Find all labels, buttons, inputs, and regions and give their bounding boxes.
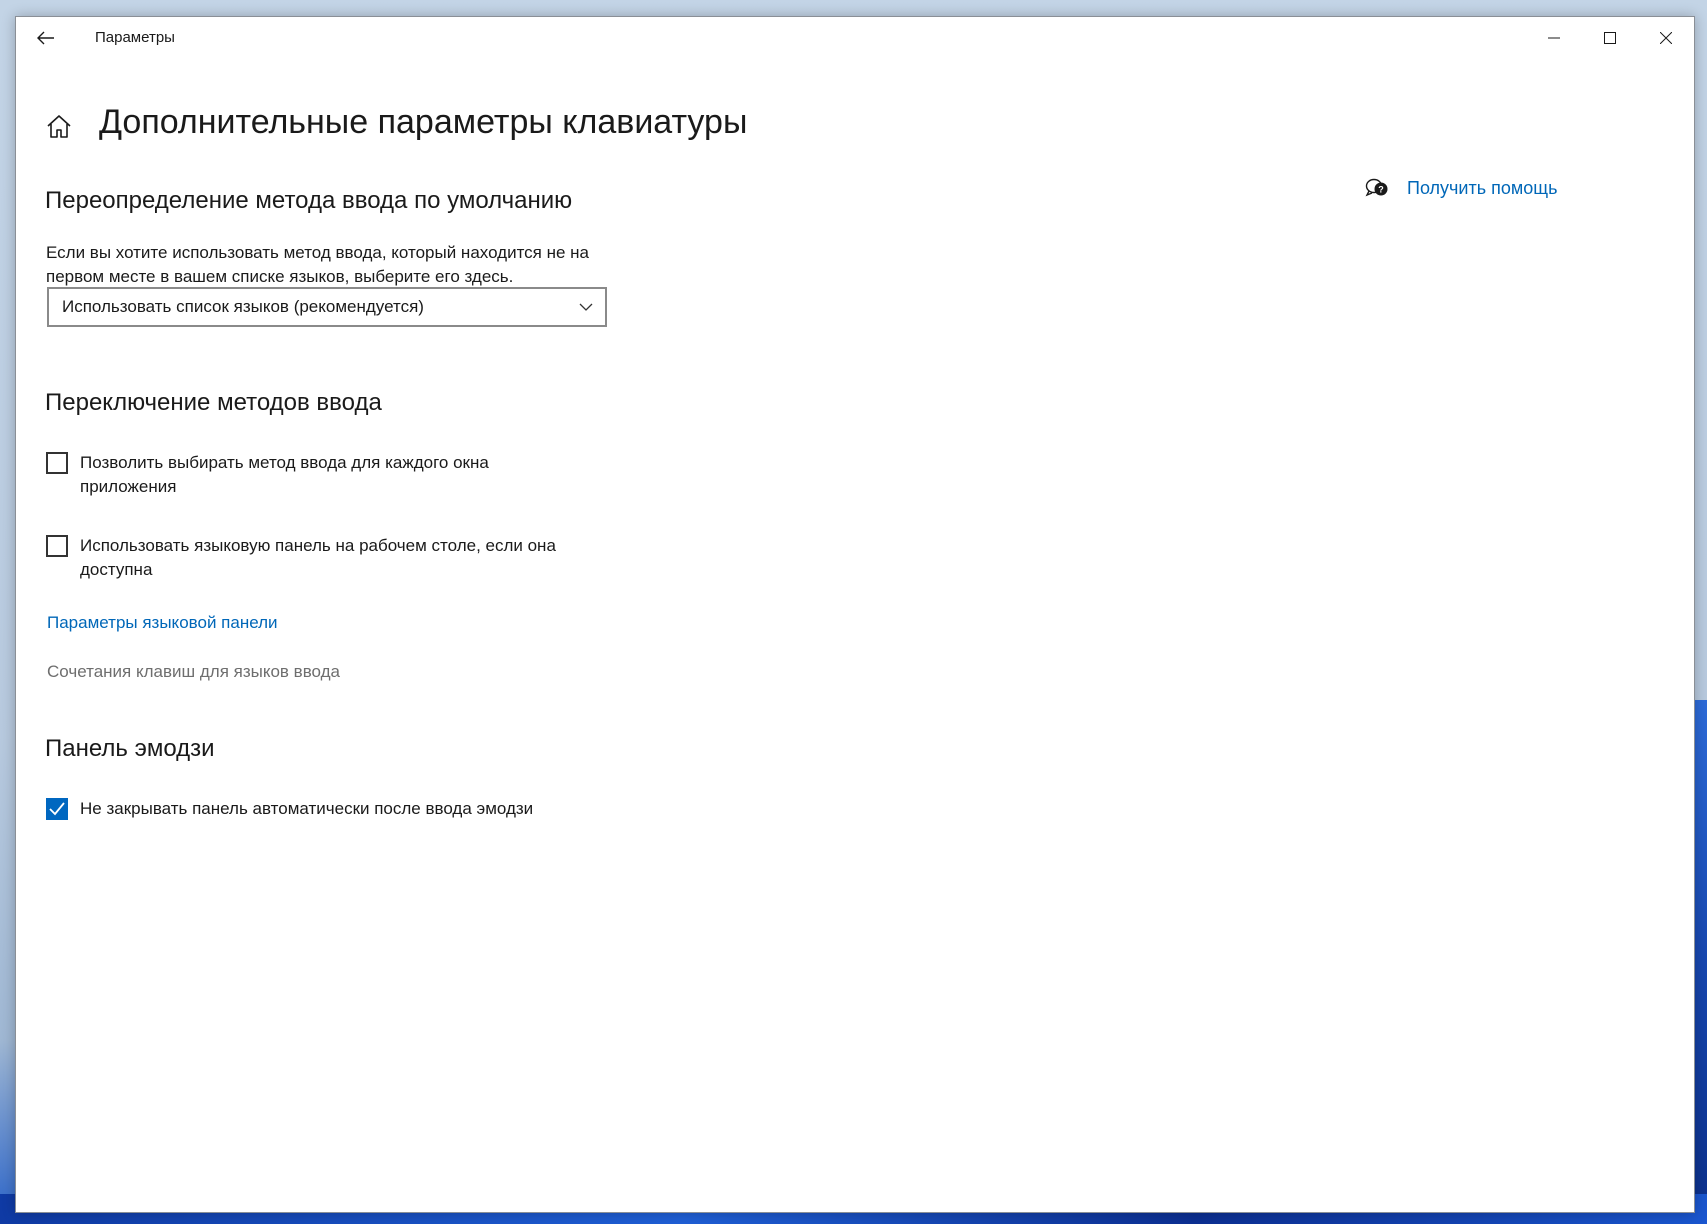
input-language-hotkeys-link[interactable]: Сочетания клавиш для языков ввода bbox=[47, 662, 340, 682]
close-button[interactable] bbox=[1638, 17, 1694, 59]
maximize-button[interactable] bbox=[1582, 17, 1638, 59]
app-title: Параметры bbox=[95, 29, 175, 46]
settings-window: Параметры Дополнительные параметры клави… bbox=[15, 16, 1695, 1213]
emoji-panel-checkbox-row[interactable]: Не закрывать панель автоматически после … bbox=[46, 797, 580, 821]
checkmark-icon bbox=[49, 802, 65, 816]
override-section-heading: Переопределение метода ввода по умолчани… bbox=[45, 187, 573, 214]
language-bar-checkbox-row[interactable]: Использовать языковую панель на рабочем … bbox=[46, 534, 580, 582]
emoji-panel-checkbox[interactable] bbox=[46, 798, 68, 820]
language-bar-checkbox[interactable] bbox=[46, 535, 68, 557]
home-icon[interactable] bbox=[45, 113, 73, 141]
language-bar-options-link[interactable]: Параметры языковой панели bbox=[47, 613, 278, 633]
page-title: Дополнительные параметры клавиатуры bbox=[99, 103, 748, 141]
chevron-down-icon bbox=[567, 303, 605, 311]
per-app-input-checkbox-row[interactable]: Позволить выбирать метод ввода для каждо… bbox=[46, 451, 580, 499]
minimize-button[interactable] bbox=[1526, 17, 1582, 59]
input-method-dropdown[interactable]: Использовать список языков (рекомендуетс… bbox=[47, 287, 607, 327]
close-icon bbox=[1660, 32, 1672, 44]
checkbox-label: Использовать языковую панель на рабочем … bbox=[80, 536, 556, 579]
svg-text:?: ? bbox=[1378, 185, 1384, 195]
emoji-section-heading: Панель эмодзи bbox=[45, 735, 215, 762]
chat-help-icon: ? bbox=[1365, 178, 1388, 197]
back-button[interactable] bbox=[30, 23, 62, 53]
maximize-icon bbox=[1604, 32, 1616, 44]
per-app-input-checkbox[interactable] bbox=[46, 452, 68, 474]
override-description: Если вы хотите использовать метод ввода,… bbox=[46, 243, 590, 286]
back-arrow-icon bbox=[37, 31, 54, 45]
get-help-link[interactable]: ? Получить помощь bbox=[1365, 177, 1557, 199]
title-bar: Параметры bbox=[16, 17, 1694, 59]
checkbox-label: Не закрывать панель автоматически после … bbox=[80, 799, 534, 818]
get-help-label: Получить помощь bbox=[1407, 177, 1558, 198]
checkbox-label: Позволить выбирать метод ввода для каждо… bbox=[80, 453, 489, 496]
switching-section-heading: Переключение методов ввода bbox=[45, 389, 382, 416]
dropdown-selected-value: Использовать список языков (рекомендуетс… bbox=[62, 297, 424, 316]
minimize-icon bbox=[1548, 37, 1560, 39]
